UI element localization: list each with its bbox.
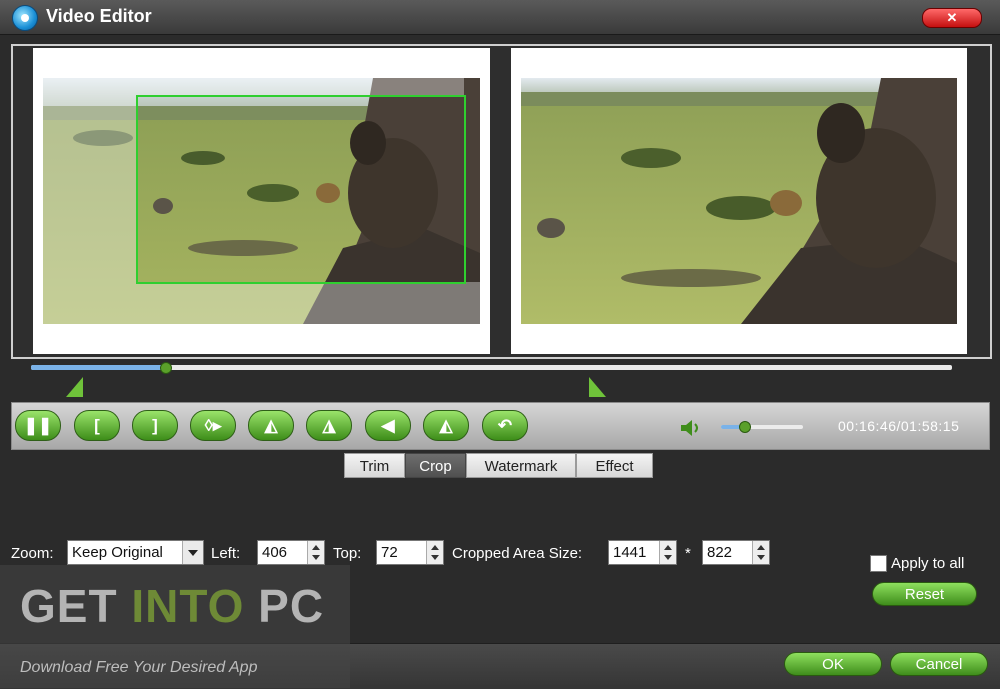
preview-area [11, 44, 992, 359]
left-stepper[interactable] [307, 541, 324, 564]
split-icon: ◊▸ [204, 416, 222, 435]
top-input[interactable]: 72 [376, 540, 444, 565]
zoom-label: Zoom: [11, 545, 54, 562]
output-preview [511, 48, 967, 354]
timecode: 00:16:46/01:58:15 [838, 418, 960, 434]
left-input[interactable]: 406 [257, 540, 325, 565]
tab-crop[interactable]: Crop [405, 453, 466, 478]
volume-slider[interactable] [721, 421, 803, 433]
close-button[interactable]: ✕ [922, 8, 982, 28]
watermark-into: INTO [131, 580, 245, 632]
left-label: Left: [211, 545, 241, 562]
crop-height-stepper[interactable] [752, 541, 769, 564]
reset-button[interactable]: Reset [872, 582, 977, 606]
flip-vertical-icon: ◮ [322, 416, 336, 435]
undo-button[interactable]: ↶ [482, 410, 528, 441]
watermark-title: GET INTO PC [20, 579, 324, 633]
apply-to-all-checkbox[interactable] [870, 555, 887, 572]
title-bar: Video Editor ✕ [0, 0, 1000, 35]
tab-effect[interactable]: Effect [576, 453, 653, 478]
crop-width-value: 1441 [613, 544, 647, 561]
timeline-handle[interactable] [159, 362, 172, 374]
mark-in-button[interactable]: [ [74, 410, 120, 441]
close-icon: ✕ [946, 10, 958, 25]
crop-height-input[interactable]: 822 [702, 540, 770, 565]
cropped-area-size-label: Cropped Area Size: [452, 545, 583, 562]
flip-horizontal-icon: ◭ [264, 416, 278, 435]
tab-trim[interactable]: Trim [344, 453, 405, 478]
site-watermark: GET INTO PC Download Free Your Desired A… [0, 565, 350, 688]
watermark-pc: PC [244, 580, 325, 632]
apply-to-all-label: Apply to all [891, 555, 965, 572]
app-logo-icon [12, 5, 38, 31]
timeline-slider[interactable] [31, 362, 952, 374]
window-title: Video Editor [46, 6, 152, 26]
rotate-left-button[interactable]: ◀ [365, 410, 411, 441]
bracket-left-icon: [ [94, 416, 100, 435]
size-separator: * [685, 545, 691, 562]
top-stepper[interactable] [426, 541, 443, 564]
flip-horizontal-button[interactable]: ◭ [248, 410, 294, 441]
undo-icon: ↶ [497, 416, 513, 435]
crop-mask-bottom [136, 282, 480, 324]
cancel-button[interactable]: Cancel [890, 652, 988, 676]
speaker-icon[interactable] [680, 419, 702, 437]
timeline-progress [31, 365, 165, 370]
trim-end-marker[interactable] [589, 377, 606, 397]
left-value: 406 [262, 544, 288, 561]
top-label: Top: [333, 545, 362, 562]
zoom-value: Keep Original [72, 544, 163, 561]
volume-handle[interactable] [738, 421, 751, 433]
bracket-right-icon: ] [152, 416, 158, 435]
ok-button[interactable]: OK [784, 652, 882, 676]
crop-mask-left [43, 78, 136, 324]
flip-vertical-button[interactable]: ◮ [306, 410, 352, 441]
pause-button[interactable]: ❚❚ [15, 410, 61, 441]
mark-out-button[interactable]: ] [132, 410, 178, 441]
watermark-get: GET [20, 580, 132, 632]
crop-mask-top [136, 78, 464, 95]
output-video-frame [521, 78, 957, 324]
playback-toolbar: ❚❚ [ ] ◊▸ ◭ ◮ ◀ ◭ ↶ 00:16:46/01:58:15 [11, 402, 990, 450]
tab-watermark[interactable]: Watermark [466, 453, 576, 478]
rotate-right-icon: ◭ [439, 416, 453, 435]
top-value: 72 [381, 544, 398, 561]
crop-frame[interactable] [136, 95, 466, 284]
rotate-left-icon: ◀ [381, 416, 395, 435]
split-button[interactable]: ◊▸ [190, 410, 236, 441]
original-preview [33, 48, 490, 354]
trim-start-marker[interactable] [66, 377, 83, 397]
crop-height-value: 822 [707, 544, 733, 561]
pause-icon: ❚❚ [23, 416, 53, 435]
watermark-tagline: Download Free Your Desired App [20, 659, 258, 676]
crop-width-stepper[interactable] [659, 541, 676, 564]
crop-width-input[interactable]: 1441 [608, 540, 677, 565]
chevron-down-icon[interactable] [182, 541, 203, 564]
rotate-right-button[interactable]: ◭ [423, 410, 469, 441]
zoom-select[interactable]: Keep Original [67, 540, 204, 565]
